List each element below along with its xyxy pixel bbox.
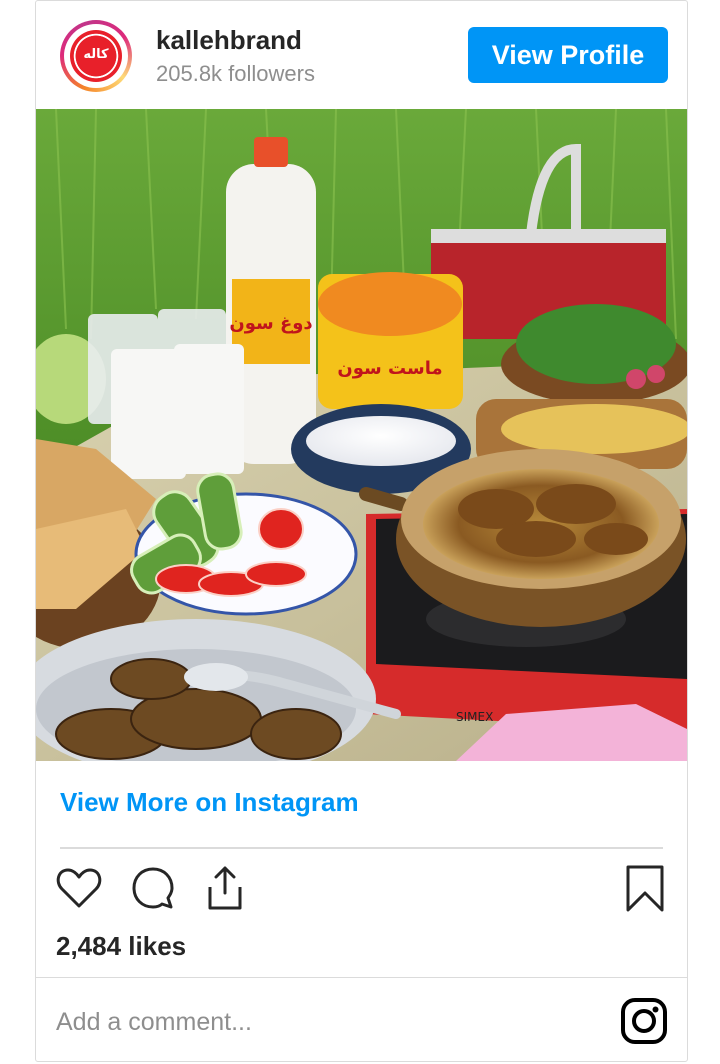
tub-label: ماست سون bbox=[337, 358, 442, 379]
comment-input[interactable] bbox=[56, 997, 596, 1047]
avatar-border: کاله bbox=[64, 24, 128, 88]
comment-icon bbox=[132, 867, 174, 909]
divider bbox=[36, 977, 687, 978]
heart-icon bbox=[56, 868, 102, 908]
like-button[interactable] bbox=[54, 863, 104, 913]
brand-logo-text: کاله bbox=[83, 47, 109, 62]
instagram-link[interactable] bbox=[620, 997, 668, 1045]
view-more-link[interactable]: View More on Instagram bbox=[60, 787, 359, 818]
picnic-food-photo: دوغ سون ماست سون SIMEX bbox=[36, 109, 687, 761]
share-button[interactable] bbox=[200, 863, 250, 913]
brand-logo: کاله bbox=[70, 30, 122, 82]
save-button[interactable] bbox=[620, 863, 670, 913]
username[interactable]: kallehbrand bbox=[156, 25, 302, 56]
post-image[interactable]: دوغ سون ماست سون SIMEX bbox=[36, 109, 687, 761]
avatar[interactable]: کاله bbox=[60, 20, 132, 92]
bottle-label: دوغ سون bbox=[229, 313, 312, 334]
post-header: کاله kallehbrand 205.8k followers View P… bbox=[36, 1, 687, 109]
comment-button[interactable] bbox=[128, 863, 178, 913]
bookmark-icon bbox=[626, 865, 664, 912]
stove-brand: SIMEX bbox=[456, 710, 493, 724]
share-icon bbox=[208, 866, 242, 910]
instagram-icon bbox=[621, 998, 667, 1044]
instagram-embed-card: کاله kallehbrand 205.8k followers View P… bbox=[35, 0, 688, 1062]
like-count: 2,484 likes bbox=[56, 931, 187, 961]
view-profile-button[interactable]: View Profile bbox=[468, 27, 668, 83]
follower-count: 205.8k followers bbox=[156, 61, 315, 86]
divider bbox=[60, 847, 663, 849]
